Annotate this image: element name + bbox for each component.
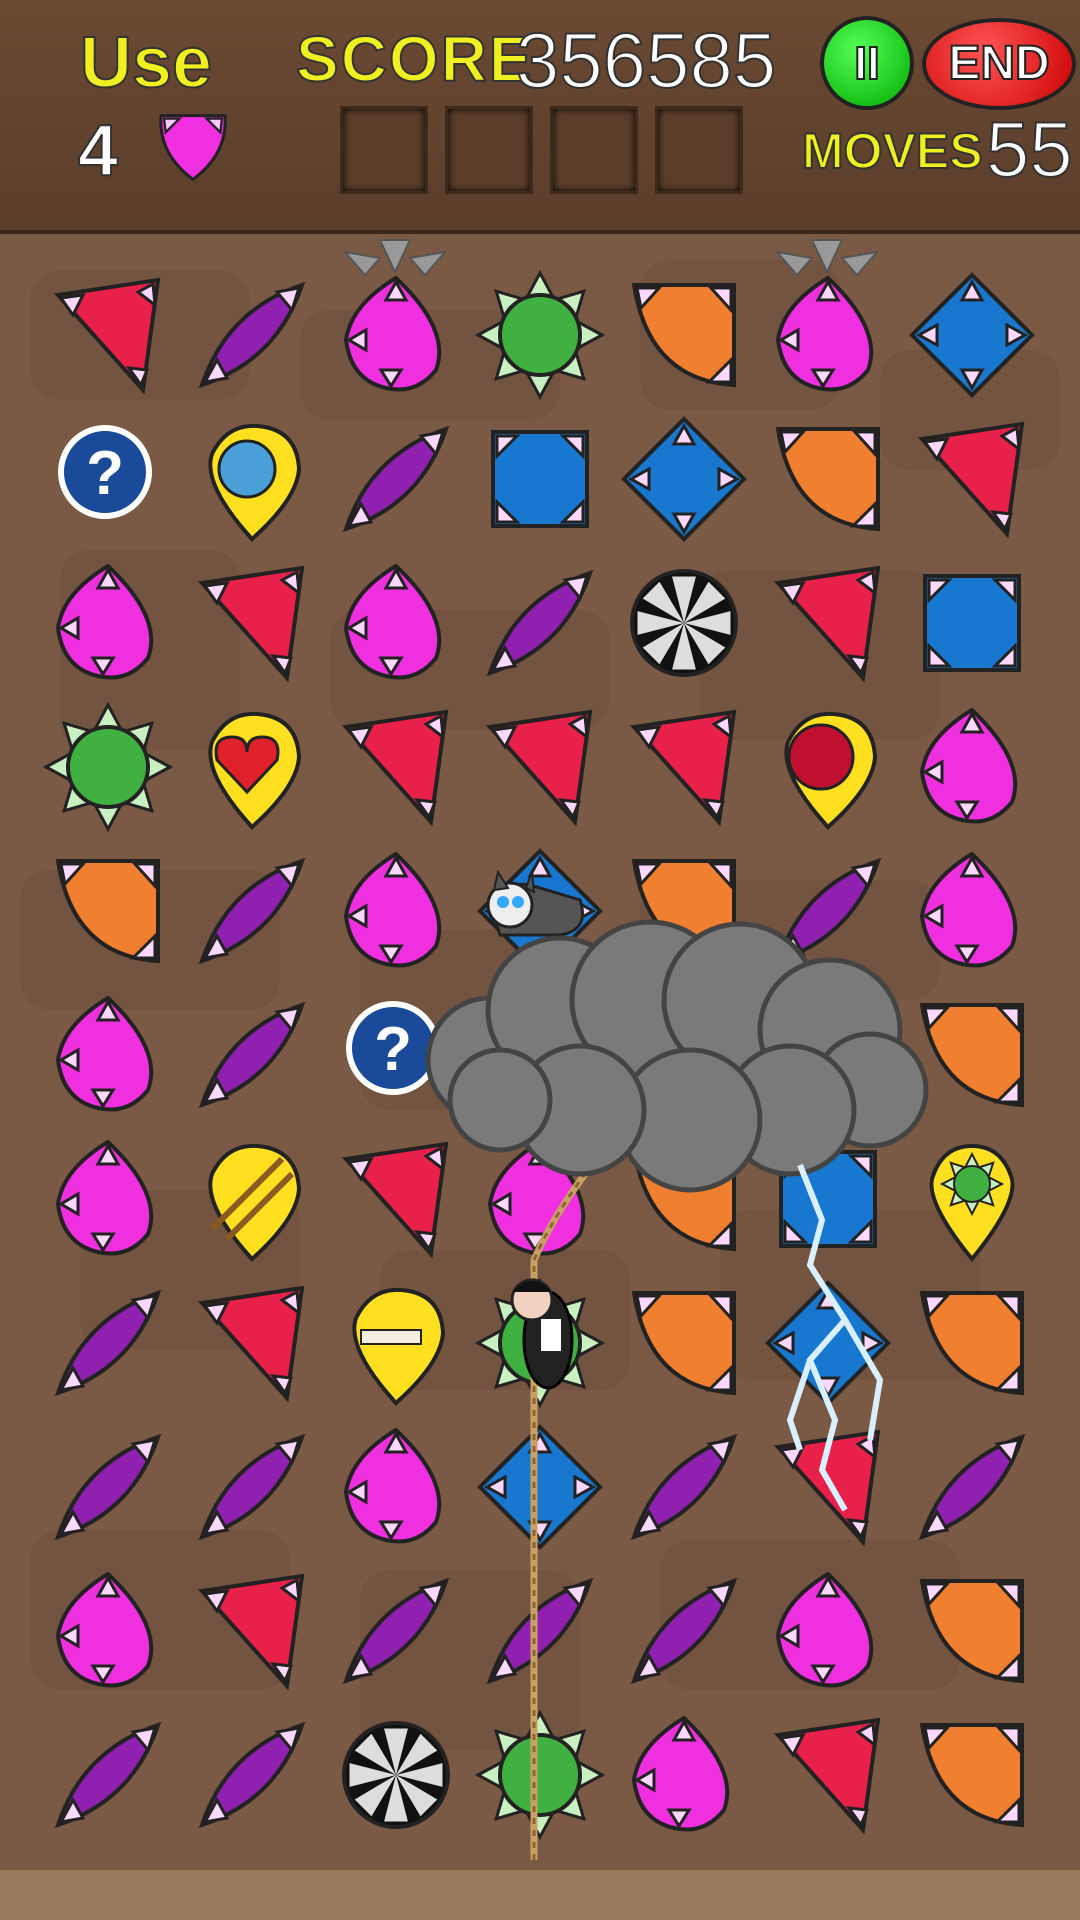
green-star-icon[interactable] — [474, 269, 606, 401]
use-target-gem-icon — [159, 114, 227, 182]
magenta-drop-icon[interactable] — [763, 1566, 893, 1696]
black-wheel-icon[interactable] — [331, 1710, 461, 1840]
blue-diamond-icon[interactable] — [475, 846, 605, 976]
orange-quarter-icon[interactable] — [907, 1710, 1037, 1840]
green-star-icon[interactable] — [474, 1277, 606, 1409]
purple-leaf-icon[interactable] — [187, 990, 317, 1120]
game-board: ?? — [0, 230, 1080, 1870]
blue-diamond-icon[interactable] — [763, 1278, 893, 1408]
blue-square-icon[interactable] — [763, 1134, 893, 1264]
magenta-drop-icon[interactable] — [907, 702, 1037, 832]
fan-powerup-icon[interactable] — [187, 414, 317, 544]
magenta-drop-icon[interactable] — [619, 1710, 749, 1840]
purple-leaf-icon[interactable] — [475, 558, 605, 688]
magenta-drop-icon[interactable] — [475, 1134, 605, 1264]
purple-leaf-icon[interactable] — [187, 270, 317, 400]
purple-leaf-icon[interactable] — [619, 1422, 749, 1552]
purple-leaf-icon[interactable] — [475, 1566, 605, 1696]
top-hud: Use 4 SCORE 356585 II END MOVES 55 — [0, 0, 1080, 234]
moves-label: MOVES — [801, 122, 984, 180]
purple-leaf-icon[interactable] — [187, 1710, 317, 1840]
ladder-powerup-icon[interactable] — [187, 1134, 317, 1264]
magenta-drop-icon[interactable] — [331, 270, 461, 400]
green-star-icon[interactable] — [42, 701, 174, 833]
orange-quarter-icon[interactable] — [907, 1566, 1037, 1696]
orange-quarter-icon[interactable] — [907, 1278, 1037, 1408]
moves-value: 55 — [985, 104, 1074, 194]
purple-leaf-icon[interactable] — [187, 1422, 317, 1552]
magenta-drop-icon[interactable] — [763, 270, 893, 400]
blue-diamond-icon[interactable] — [475, 1422, 605, 1552]
powerup-slot-1[interactable] — [340, 106, 428, 194]
orange-quarter-icon[interactable] — [619, 1134, 749, 1264]
powerup-slot-4[interactable] — [655, 106, 743, 194]
blue-square-icon[interactable] — [907, 558, 1037, 688]
hint-bubble-icon[interactable]: ? — [43, 414, 173, 544]
magenta-drop-icon[interactable] — [331, 558, 461, 688]
blue-diamond-icon[interactable] — [619, 414, 749, 544]
red-triangle-icon[interactable] — [187, 1566, 317, 1696]
red-triangle-icon[interactable] — [475, 702, 605, 832]
magenta-drop-icon[interactable] — [43, 558, 173, 688]
hint-bubble-icon[interactable]: ? — [331, 990, 461, 1120]
bone-powerup-icon[interactable] — [331, 1278, 461, 1408]
red-triangle-icon[interactable] — [187, 1278, 317, 1408]
svg-text:?: ? — [86, 439, 124, 508]
orange-quarter-icon[interactable] — [619, 1278, 749, 1408]
blue-square-icon[interactable] — [475, 414, 605, 544]
red-triangle-icon[interactable] — [43, 270, 173, 400]
magenta-drop-icon[interactable] — [43, 1566, 173, 1696]
powerup-slot-2[interactable] — [445, 106, 533, 194]
red-triangle-icon[interactable] — [331, 702, 461, 832]
end-button[interactable]: END — [922, 18, 1076, 110]
use-label: Use — [79, 22, 213, 104]
heart-powerup-icon[interactable] — [187, 702, 317, 832]
red-triangle-icon[interactable] — [331, 1134, 461, 1264]
score-value: 356585 — [515, 15, 777, 105]
svg-text:?: ? — [374, 1015, 412, 1084]
magenta-drop-icon[interactable] — [331, 1422, 461, 1552]
magenta-drop-icon[interactable] — [43, 990, 173, 1120]
purple-leaf-icon[interactable] — [331, 1566, 461, 1696]
orange-quarter-icon[interactable] — [763, 414, 893, 544]
red-triangle-icon[interactable] — [763, 1710, 893, 1840]
purple-leaf-icon[interactable] — [331, 414, 461, 544]
blue-diamond-icon[interactable] — [907, 270, 1037, 400]
powerup-slot-3[interactable] — [550, 106, 638, 194]
purple-leaf-icon[interactable] — [43, 1278, 173, 1408]
purple-leaf-icon[interactable] — [907, 1422, 1037, 1552]
use-count: 4 — [77, 110, 119, 192]
red-triangle-icon[interactable] — [763, 1422, 893, 1552]
magenta-drop-icon[interactable] — [907, 846, 1037, 976]
purple-leaf-icon[interactable] — [43, 1710, 173, 1840]
orange-quarter-icon[interactable] — [43, 846, 173, 976]
orange-quarter-icon[interactable] — [619, 270, 749, 400]
magenta-drop-icon[interactable] — [43, 1134, 173, 1264]
purple-leaf-icon[interactable] — [619, 1566, 749, 1696]
magenta-drop-icon[interactable] — [331, 846, 461, 976]
black-wheel-icon[interactable] — [619, 558, 749, 688]
pause-button[interactable]: II — [820, 16, 914, 110]
red-triangle-icon[interactable] — [763, 558, 893, 688]
red-triangle-icon[interactable] — [907, 414, 1037, 544]
green-star-pin-icon[interactable] — [907, 1134, 1037, 1264]
purple-leaf-icon[interactable] — [187, 846, 317, 976]
red-triangle-icon[interactable] — [619, 702, 749, 832]
red-triangle-icon[interactable] — [187, 558, 317, 688]
purple-leaf-icon[interactable] — [43, 1422, 173, 1552]
cave-floor — [0, 1870, 1080, 1920]
orange-quarter-icon[interactable] — [619, 846, 749, 976]
bonus-powerup-icon[interactable] — [763, 702, 893, 832]
orange-quarter-icon[interactable] — [907, 990, 1037, 1120]
score-label: SCORE — [295, 22, 534, 96]
purple-leaf-icon[interactable] — [763, 846, 893, 976]
green-star-icon[interactable] — [474, 1709, 606, 1841]
